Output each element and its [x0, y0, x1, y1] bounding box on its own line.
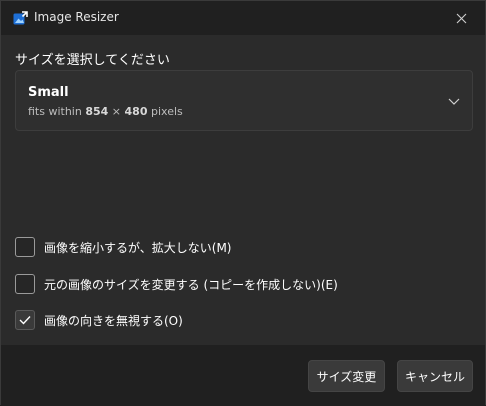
- image-resizer-window: Image Resizer サイズを選択してください Small fits wi…: [0, 0, 486, 406]
- selected-size-description: fits within 854 × 480 pixels: [28, 105, 183, 118]
- shrink-only-label: 画像を縮小するが、拡大しない(M): [44, 240, 232, 255]
- size-section-label: サイズを選択してください: [15, 53, 170, 68]
- size-dropdown[interactable]: Small fits within 854 × 480 pixels: [15, 70, 473, 131]
- selected-size-name: Small: [28, 85, 69, 100]
- dialog-footer: サイズ変更 キャンセル: [1, 345, 485, 406]
- window-title: Image Resizer: [34, 10, 119, 24]
- option-ignore-orientation[interactable]: 画像の向きを無視する(O): [15, 309, 183, 331]
- replace-original-label: 元の画像のサイズを変更する (コピーを作成しない)(E): [44, 277, 338, 292]
- option-replace-original[interactable]: 元の画像のサイズを変更する (コピーを作成しない)(E): [15, 273, 338, 295]
- ignore-orientation-checkbox[interactable]: [15, 310, 35, 330]
- size-width: 854: [85, 105, 109, 118]
- shrink-only-checkbox[interactable]: [15, 237, 35, 257]
- dialog-content: サイズを選択してください Small fits within 854 × 480…: [1, 35, 485, 345]
- close-icon: [456, 13, 466, 23]
- resize-button[interactable]: サイズ変更: [308, 360, 385, 392]
- title-bar: Image Resizer: [1, 1, 485, 35]
- cancel-button[interactable]: キャンセル: [397, 360, 473, 392]
- option-shrink-only[interactable]: 画像を縮小するが、拡大しない(M): [15, 236, 231, 258]
- checkmark-icon: [19, 316, 31, 325]
- close-button[interactable]: [447, 7, 475, 29]
- image-resizer-app-icon: [13, 11, 28, 25]
- chevron-down-icon: [448, 98, 460, 105]
- replace-original-checkbox[interactable]: [15, 274, 35, 294]
- ignore-orientation-label: 画像の向きを無視する(O): [44, 313, 183, 328]
- size-height: 480: [124, 105, 148, 118]
